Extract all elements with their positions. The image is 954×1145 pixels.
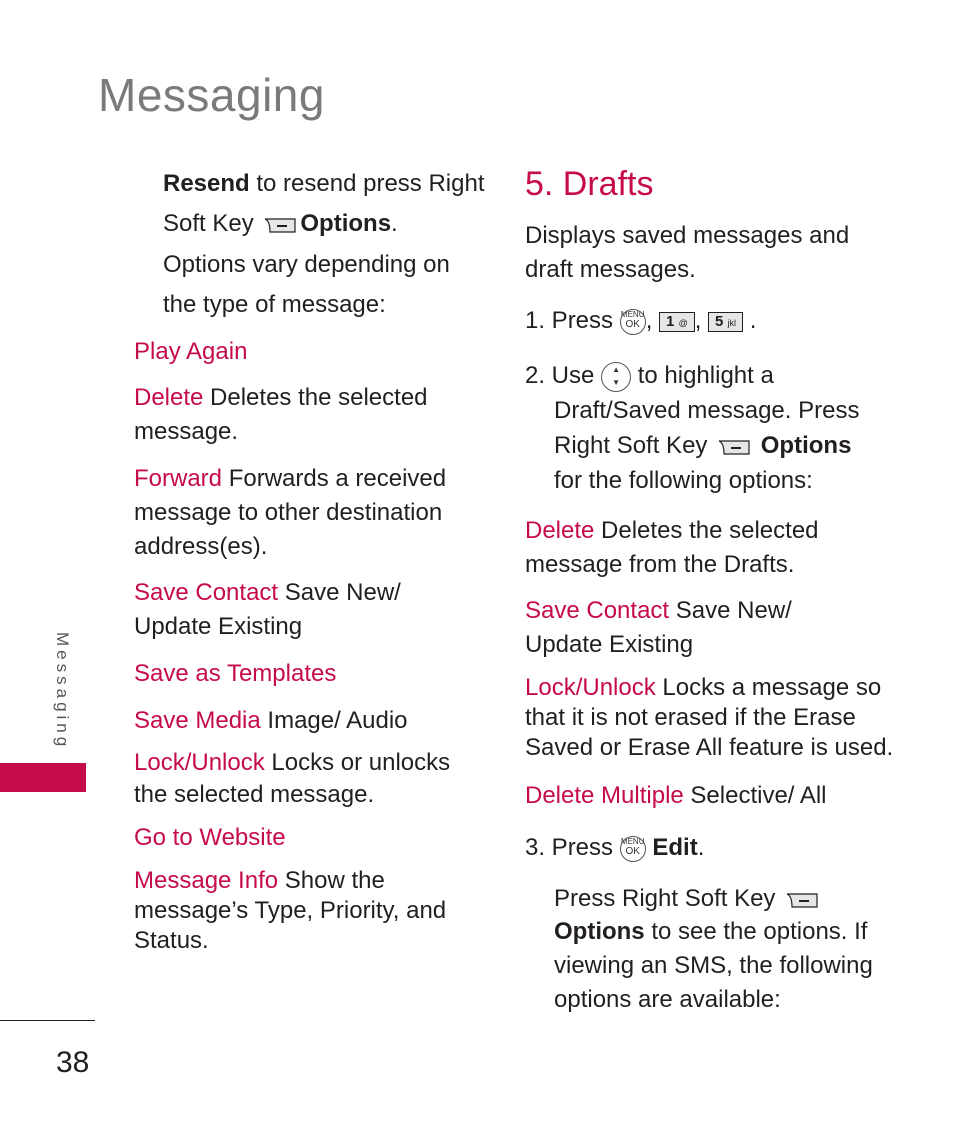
option-term: Lock/Unlock xyxy=(525,674,656,701)
edit-label: Edit xyxy=(652,834,698,861)
step-2: 2. Use ▲ ▼ to highlight a xyxy=(525,359,774,393)
option-desc: the selected message. xyxy=(134,781,375,808)
option-forward: Forward Forwards a received message to o… xyxy=(134,462,446,564)
step-label: 1. Press xyxy=(525,307,614,334)
draft-option-save-contact: Save Contact Save New/ Update Existing xyxy=(525,594,792,662)
resend-term: Resend xyxy=(163,170,250,197)
key-5-icon: 5 jkl xyxy=(708,311,744,332)
option-term: Delete xyxy=(134,384,204,411)
step-text: to highlight a xyxy=(637,362,774,389)
option-term: Go to Website xyxy=(134,824,286,851)
option-desc: Update Existing xyxy=(134,613,303,640)
option-term: Save Contact xyxy=(134,579,279,606)
right-soft-key-icon xyxy=(786,893,818,908)
draft-option-lock-unlock: Lock/Unlock Locks a message so that it i… xyxy=(525,673,893,763)
option-desc: Saved or Erase All feature is used. xyxy=(525,734,894,761)
navigation-key-icon: ▲ ▼ xyxy=(601,361,632,392)
option-save-as-templates: Save as Templates xyxy=(134,657,336,691)
option-term: Lock/Unlock xyxy=(134,749,265,776)
option-term: Delete Multiple xyxy=(525,782,684,809)
option-desc: message from the Drafts. xyxy=(525,551,795,578)
option-term: Message Info xyxy=(134,867,279,894)
step-3b-line-1: Press Right Soft Key xyxy=(554,882,822,916)
step-text: Press Right Soft Key xyxy=(554,885,776,912)
draft-option-delete: Delete Deletes the selected message from… xyxy=(525,514,819,582)
option-term: Save as Templates xyxy=(134,660,337,687)
resend-line-3: Options vary depending on xyxy=(163,251,450,278)
step-3b-line-2: Options to see the options. If xyxy=(554,915,867,949)
option-desc: Selective/ All xyxy=(683,782,827,809)
menu-ok-key-icon: MENU OK xyxy=(619,835,646,862)
option-play-again: Play Again xyxy=(134,335,247,369)
options-label: Options xyxy=(760,432,852,459)
period: . xyxy=(391,210,398,237)
resend-line-1: Resend to resend press Right xyxy=(163,167,485,201)
option-desc: Show the xyxy=(278,867,385,894)
step-1: 1. Press MENU OK, 1 @, 5 jkl . xyxy=(525,304,756,338)
option-desc: that it is not erased if the Erase xyxy=(525,704,856,731)
step-2-line-3: Right Soft Key Options xyxy=(554,429,851,463)
option-desc: Save New/ xyxy=(278,579,401,606)
option-desc: Deletes the selected xyxy=(203,384,428,411)
option-desc: message’s Type, Priority, and xyxy=(134,897,447,924)
page-header-title: Messaging xyxy=(98,69,325,121)
period: . xyxy=(697,834,705,861)
option-lock-unlock: Lock/Unlock Locks or unlocks the selecte… xyxy=(134,747,450,811)
softkey-text: Soft Key xyxy=(163,210,254,237)
page-number: 38 xyxy=(56,1046,90,1079)
option-message-info: Message Info Show the message’s Type, Pr… xyxy=(134,866,446,956)
step-3b-line-3: viewing an SMS, the following xyxy=(554,952,873,979)
option-desc: Image/ Audio xyxy=(260,707,408,734)
step-text: Right Soft Key xyxy=(554,432,708,459)
option-desc: Locks or unlocks xyxy=(264,749,451,776)
side-section-label: Messaging xyxy=(53,632,72,751)
step-2-line-4: for the following options: xyxy=(554,467,813,494)
separator: , xyxy=(645,307,653,334)
resend-line-2: Soft Key Options. xyxy=(163,207,398,241)
option-save-media: Save Media Image/ Audio xyxy=(134,704,408,738)
option-term: Save Contact xyxy=(525,597,670,624)
option-term: Delete xyxy=(525,517,595,544)
step-2-line-2: Draft/Saved message. Press xyxy=(554,397,860,424)
key-1-icon: 1 @ xyxy=(659,311,695,332)
option-term: Forward xyxy=(134,465,223,492)
intro-line-1: Displays saved messages and xyxy=(525,222,850,249)
option-desc: Update Existing xyxy=(525,631,694,658)
option-desc: address(es). xyxy=(134,533,268,560)
option-desc: Status. xyxy=(134,927,209,954)
option-term: Play Again xyxy=(134,338,248,365)
resend-line-4: the type of message: xyxy=(163,291,386,318)
option-term: Save Media xyxy=(134,707,261,734)
option-save-contact: Save Contact Save New/ Update Existing xyxy=(134,576,401,644)
step-3: 3. Press MENU OK Edit. xyxy=(525,831,704,865)
footer-divider xyxy=(0,1020,95,1021)
option-desc: message to other destination xyxy=(134,499,443,526)
option-desc: Forwards a received xyxy=(222,465,447,492)
step-label: 3. Press xyxy=(525,834,614,861)
options-label: Options xyxy=(554,918,645,945)
intro-line-2: draft messages. xyxy=(525,256,696,283)
section-title: 5. Drafts xyxy=(525,165,654,203)
right-soft-key-icon xyxy=(265,218,296,233)
period: . xyxy=(749,307,757,334)
option-desc: Save New/ xyxy=(669,597,792,624)
right-soft-key-icon xyxy=(718,440,750,455)
separator: , xyxy=(694,307,702,334)
option-desc: Deletes the selected xyxy=(594,517,819,544)
draft-option-delete-multiple: Delete Multiple Selective/ All xyxy=(525,779,826,813)
side-section-tab xyxy=(0,763,86,792)
option-desc: message. xyxy=(134,418,239,445)
step-text: to see the options. If xyxy=(644,918,868,945)
menu-ok-key-icon: MENU OK xyxy=(619,308,646,335)
option-delete: Delete Deletes the selected message. xyxy=(134,381,428,449)
step-3b-line-4: options are available: xyxy=(554,986,781,1013)
options-label: Options xyxy=(300,210,392,237)
option-desc: Locks a message so xyxy=(655,674,882,701)
step-label: 2. Use xyxy=(525,362,595,389)
option-go-to-website: Go to Website xyxy=(134,821,286,855)
resend-text: to resend press Right xyxy=(249,170,485,197)
